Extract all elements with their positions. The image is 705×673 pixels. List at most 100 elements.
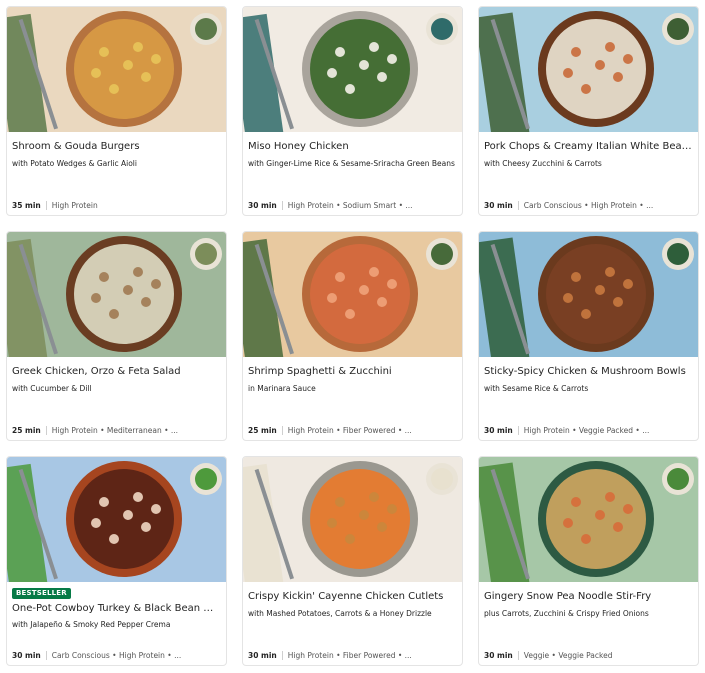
garnish bbox=[581, 534, 591, 544]
garnish bbox=[571, 272, 581, 282]
recipe-meta: 30 min High Protein • Veggie Packed • ..… bbox=[484, 426, 692, 435]
garnish bbox=[377, 72, 387, 82]
recipe-image bbox=[7, 457, 226, 582]
recipe-image bbox=[7, 232, 226, 357]
recipe-card[interactable]: Sticky-Spicy Chicken & Mushroom Bowls wi… bbox=[478, 231, 699, 441]
cook-time: 30 min bbox=[484, 426, 513, 435]
garnish bbox=[377, 297, 387, 307]
garnish bbox=[571, 47, 581, 57]
recipe-title: Pork Chops & Creamy Italian White Beans bbox=[484, 141, 692, 152]
garnish bbox=[99, 272, 109, 282]
recipe-image bbox=[479, 7, 698, 132]
recipe-title: Shroom & Gouda Burgers bbox=[12, 141, 140, 152]
garnish bbox=[613, 297, 623, 307]
garnish bbox=[109, 534, 119, 544]
recipe-subtitle: with Potato Wedges & Garlic Aioli bbox=[12, 159, 137, 168]
garnish bbox=[327, 518, 337, 528]
food bbox=[310, 19, 410, 119]
recipe-tags: Carb Conscious • High Protein • ... bbox=[51, 651, 182, 660]
recipe-photo bbox=[479, 7, 698, 132]
garnish bbox=[359, 285, 369, 295]
recipe-photo bbox=[7, 457, 226, 582]
food bbox=[74, 469, 174, 569]
cook-time: 25 min bbox=[248, 426, 277, 435]
garnish bbox=[581, 84, 591, 94]
side-bowl-contents bbox=[431, 18, 453, 40]
recipe-title: Gingery Snow Pea Noodle Stir-Fry bbox=[484, 591, 652, 602]
meta-divider bbox=[517, 201, 519, 210]
garnish bbox=[99, 497, 109, 507]
recipe-card[interactable]: Shroom & Gouda Burgers with Potato Wedge… bbox=[6, 6, 227, 216]
food bbox=[74, 19, 174, 119]
garnish bbox=[387, 54, 397, 64]
garnish bbox=[141, 297, 151, 307]
side-bowl-contents bbox=[667, 18, 689, 40]
garnish bbox=[133, 492, 143, 502]
garnish bbox=[623, 279, 633, 289]
garnish bbox=[109, 309, 119, 319]
recipe-subtitle: with Mashed Potatoes, Carrots & a Honey … bbox=[248, 609, 432, 618]
recipe-meta: 25 min High Protein • Fiber Powered • ..… bbox=[248, 426, 456, 435]
recipe-subtitle: with Cheesy Zucchini & Carrots bbox=[484, 159, 602, 168]
recipe-card[interactable]: Miso Honey Chicken with Ginger-Lime Rice… bbox=[242, 6, 463, 216]
garnish bbox=[563, 293, 573, 303]
garnish bbox=[595, 60, 605, 70]
recipe-title: Sticky-Spicy Chicken & Mushroom Bowls bbox=[484, 366, 686, 377]
food bbox=[546, 469, 646, 569]
recipe-tags: Carb Conscious • High Protein • ... bbox=[523, 201, 654, 210]
garnish bbox=[91, 293, 101, 303]
food bbox=[310, 469, 410, 569]
garnish bbox=[613, 522, 623, 532]
recipe-image bbox=[479, 457, 698, 582]
recipe-subtitle: with Jalapeño & Smoky Red Pepper Crema bbox=[12, 620, 171, 629]
recipe-photo bbox=[243, 7, 462, 132]
recipe-card[interactable]: BESTSELLER One-Pot Cowboy Turkey & Black… bbox=[6, 456, 227, 666]
recipe-card[interactable]: Gingery Snow Pea Noodle Stir-Fry plus Ca… bbox=[478, 456, 699, 666]
recipe-title: Crispy Kickin' Cayenne Chicken Cutlets bbox=[248, 591, 444, 602]
recipe-tags: High Protein bbox=[51, 201, 98, 210]
recipe-subtitle: with Ginger-Lime Rice & Sesame-Sriracha … bbox=[248, 159, 455, 168]
garnish bbox=[563, 518, 573, 528]
garnish bbox=[563, 68, 573, 78]
garnish bbox=[623, 54, 633, 64]
garnish bbox=[369, 42, 379, 52]
garnish bbox=[141, 72, 151, 82]
recipe-card[interactable]: Pork Chops & Creamy Italian White Beans … bbox=[478, 6, 699, 216]
recipe-tags: High Protein • Fiber Powered • ... bbox=[287, 651, 412, 660]
food bbox=[310, 244, 410, 344]
recipe-card[interactable]: Shrimp Spaghetti & Zucchini in Marinara … bbox=[242, 231, 463, 441]
garnish bbox=[327, 68, 337, 78]
recipe-image bbox=[479, 232, 698, 357]
garnish bbox=[123, 60, 133, 70]
recipe-title: One-Pot Cowboy Turkey & Black Bean Chili bbox=[12, 603, 220, 614]
recipe-image bbox=[243, 232, 462, 357]
meta-divider bbox=[45, 651, 47, 660]
recipe-image bbox=[243, 7, 462, 132]
recipe-subtitle: in Marinara Sauce bbox=[248, 384, 316, 393]
garnish bbox=[133, 267, 143, 277]
garnish bbox=[151, 504, 161, 514]
cook-time: 30 min bbox=[248, 651, 277, 660]
recipe-tags: Veggie • Veggie Packed bbox=[523, 651, 613, 660]
garnish bbox=[359, 60, 369, 70]
recipe-meta: 35 min High Protein bbox=[12, 201, 220, 210]
garnish bbox=[345, 84, 355, 94]
recipe-grid: Shroom & Gouda Burgers with Potato Wedge… bbox=[6, 6, 700, 670]
recipe-meta: 25 min High Protein • Mediterranean • ..… bbox=[12, 426, 220, 435]
recipe-tags: High Protein • Veggie Packed • ... bbox=[523, 426, 650, 435]
meta-divider bbox=[281, 651, 283, 660]
recipe-card[interactable]: Crispy Kickin' Cayenne Chicken Cutlets w… bbox=[242, 456, 463, 666]
meta-divider bbox=[281, 201, 283, 210]
recipe-image bbox=[7, 7, 226, 132]
recipe-photo bbox=[243, 457, 462, 582]
garnish bbox=[327, 293, 337, 303]
meta-divider bbox=[281, 426, 283, 435]
recipe-subtitle: with Sesame Rice & Carrots bbox=[484, 384, 589, 393]
cook-time: 30 min bbox=[248, 201, 277, 210]
recipe-card[interactable]: Greek Chicken, Orzo & Feta Salad with Cu… bbox=[6, 231, 227, 441]
meta-divider bbox=[45, 201, 47, 210]
bestseller-badge: BESTSELLER bbox=[12, 588, 71, 599]
garnish bbox=[595, 285, 605, 295]
garnish bbox=[123, 510, 133, 520]
food bbox=[546, 19, 646, 119]
